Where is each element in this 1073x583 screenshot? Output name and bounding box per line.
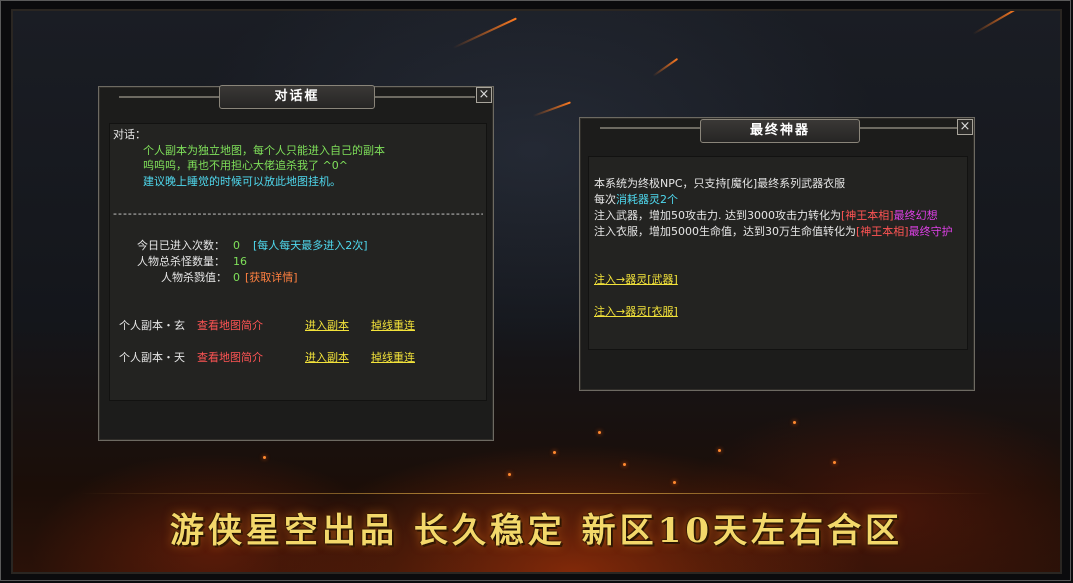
dialog-panel: 对话框 × 对话： 个人副本为独立地图，每个人只能进入自己的副本 呜呜呜，再也不…: [98, 85, 494, 441]
spark: [553, 451, 556, 454]
divider: ----------------------------------------…: [113, 207, 483, 220]
ember-streak: [532, 101, 571, 117]
close-button[interactable]: ×: [957, 119, 973, 135]
spark: [833, 461, 836, 464]
inject-armor-link[interactable]: 注入→器灵[衣服]: [594, 305, 678, 319]
spark: [793, 421, 796, 424]
ember-streak: [652, 57, 679, 77]
artifact-description: 本系统为终极NPC，只支持[魔化]最终系列武器衣服: [594, 177, 846, 190]
enter-dungeon-link[interactable]: 进入副本: [305, 319, 349, 333]
entered-note: [每人每天最多进入2次]: [253, 239, 368, 252]
spark: [598, 431, 601, 434]
dungeon-name: 个人副本・天: [119, 351, 185, 364]
close-button[interactable]: ×: [476, 87, 492, 103]
dungeon-name: 个人副本・玄: [119, 319, 185, 332]
kill-value: 0: [233, 271, 240, 284]
server-banner: 游侠星空出品 长久稳定 新区10天左右合区: [170, 511, 903, 551]
weapon-tag: [神王本相]: [840, 209, 894, 222]
reconnect-link[interactable]: 掉线重连: [371, 319, 415, 333]
ember-streak: [972, 11, 1017, 35]
reconnect-link[interactable]: 掉线重连: [371, 351, 415, 365]
kill-value-label: 人物杀戮值：: [161, 271, 227, 284]
inject-weapon-link[interactable]: 注入→器灵[武器]: [594, 273, 678, 287]
view-map-intro-link[interactable]: 查看地图简介: [197, 351, 263, 365]
cost-line: 每次消耗器灵2个: [594, 193, 678, 207]
spark: [718, 449, 721, 452]
cost-value: 消耗器灵2个: [616, 193, 678, 206]
intro-line: 个人副本为独立地图，每个人只能进入自己的副本: [143, 144, 385, 157]
armor-line: 注入衣服，增加5000生命值，达到30万生命值转化为[神王本相]最终守护: [594, 225, 953, 239]
artifact-panel: 最终神器 × 本系统为终极NPC，只支持[魔化]最终系列武器衣服 每次消耗器灵2…: [579, 117, 975, 391]
tip-text: 建议晚上睡觉的时候可以放此地图挂机。: [143, 175, 341, 188]
view-map-intro-link[interactable]: 查看地图简介: [197, 319, 263, 333]
armor-result: 最终守护: [908, 225, 953, 238]
artifact-title: 最终神器: [700, 119, 860, 143]
kills-value: 16: [233, 255, 247, 268]
banner-divider: [80, 493, 993, 494]
spark: [508, 473, 511, 476]
ember-streak: [452, 17, 517, 49]
artifact-body: 本系统为终极NPC，只支持[魔化]最终系列武器衣服 每次消耗器灵2个 注入武器，…: [588, 156, 968, 350]
spark: [623, 463, 626, 466]
cost-prefix: 每次: [594, 193, 616, 206]
kill-value-details-link[interactable]: [获取详情]: [245, 271, 298, 285]
dialog-title: 对话框: [219, 85, 375, 109]
entered-value: 0: [233, 239, 240, 252]
spark: [263, 456, 266, 459]
title-ornament: [119, 96, 219, 98]
kills-label: 人物总杀怪数量：: [137, 255, 225, 268]
title-ornament: [600, 127, 700, 129]
armor-text: 注入衣服，增加5000生命值，达到30万生命值转化为: [594, 225, 856, 238]
entered-label: 今日已进入次数：: [137, 239, 225, 252]
weapon-result: 最终幻想: [893, 209, 938, 222]
spark: [673, 481, 676, 484]
intro-line: 呜呜呜，再也不用担心大佬追杀我了 ^0^: [143, 159, 348, 172]
intro-label: 对话：: [113, 128, 146, 141]
weapon-text: 注入武器，增加50攻击力. 达到3000攻击力转化为: [594, 209, 841, 222]
dialog-body: 对话： 个人副本为独立地图，每个人只能进入自己的副本 呜呜呜，再也不用担心大佬追…: [109, 123, 487, 401]
enter-dungeon-link[interactable]: 进入副本: [305, 351, 349, 365]
weapon-line: 注入武器，增加50攻击力. 达到3000攻击力转化为[神王本相]最终幻想: [594, 209, 938, 223]
armor-tag: [神王本相]: [856, 225, 909, 238]
title-ornament: [860, 127, 960, 129]
title-ornament: [375, 96, 475, 98]
